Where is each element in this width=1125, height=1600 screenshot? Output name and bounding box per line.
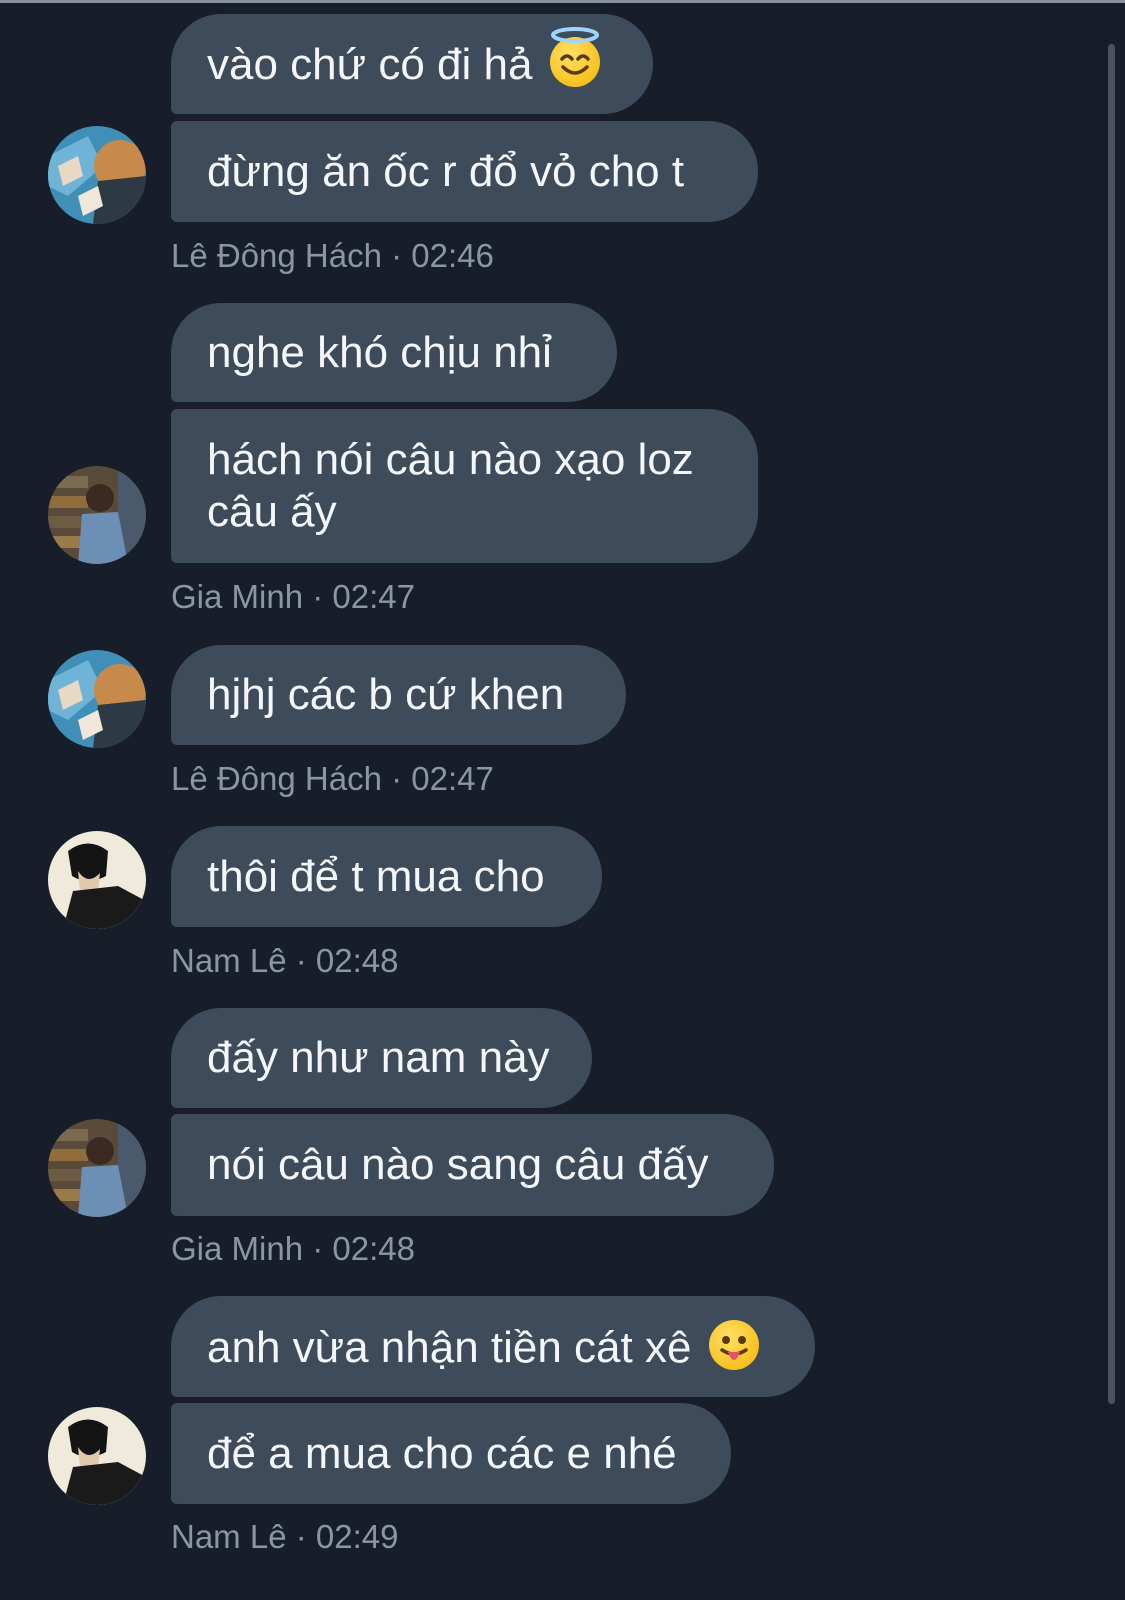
avatar[interactable] [48,466,146,564]
message-text: nói câu nào sang câu đấy [207,1140,709,1189]
message-text: hjhj các b cứ khen [207,670,565,719]
avatar[interactable] [48,650,146,748]
top-divider [0,0,1125,3]
message-text: để a mua cho các e nhé [207,1428,677,1478]
message-text-line-1: hách nói câu nào xạo loz [207,435,694,484]
message-bubble[interactable]: nói câu nào sang câu đấy [171,1114,774,1216]
face-with-tongue-icon [709,1319,760,1370]
avatar-photo [48,1119,146,1217]
message-bubble[interactable]: vào chứ có đi hả [171,14,653,114]
message-text: đừng ăn ốc r đổ vỏ cho t [207,146,685,196]
message-text: thôi để t mua cho [207,851,545,901]
message-text: nghe khó chịu nhỉ [207,327,552,377]
sender-timestamp: Gia Minh · 02:47 [171,578,415,615]
avatar[interactable] [48,1119,146,1217]
avatar[interactable] [48,1407,146,1505]
avatar-photo [48,831,146,929]
message-bubble[interactable]: hjhj các b cứ khen [171,645,626,745]
sender-timestamp: Lê Đông Hách · 02:46 [171,237,494,274]
avatar[interactable] [48,126,146,224]
avatar-photo [48,1407,146,1505]
sender-timestamp: Nam Lê · 02:49 [171,1518,399,1555]
avatar-photo [48,466,146,564]
message-bubble[interactable]: anh vừa nhận tiền cát xê [171,1296,815,1397]
sender-timestamp: Nam Lê · 02:48 [171,942,399,979]
message-bubble[interactable]: đừng ăn ốc r đổ vỏ cho t [171,121,758,222]
message-bubble[interactable]: nghe khó chịu nhỉ [171,303,617,402]
message-bubble[interactable]: để a mua cho các e nhé [171,1403,731,1504]
avatar-photo [48,126,146,224]
message-text: đấy như nam này [207,1033,550,1082]
message-text-line-2: câu ấy [207,487,337,536]
message-bubble[interactable]: thôi để t mua cho [171,826,602,927]
sender-timestamp: Lê Đông Hách · 02:47 [171,760,494,797]
message-bubble[interactable]: đấy như nam này [171,1008,592,1108]
avatar-photo [48,650,146,748]
smiling-face-with-halo-icon [550,27,601,87]
sender-timestamp: Gia Minh · 02:48 [171,1230,415,1267]
avatar[interactable] [48,831,146,929]
message-text: anh vừa nhận tiền cát xê [207,1322,692,1372]
message-text: vào chứ có đi hả [207,40,533,89]
message-bubble[interactable]: hách nói câu nào xạo loz câu ấy [171,409,758,563]
scrollbar[interactable] [1108,44,1115,1404]
